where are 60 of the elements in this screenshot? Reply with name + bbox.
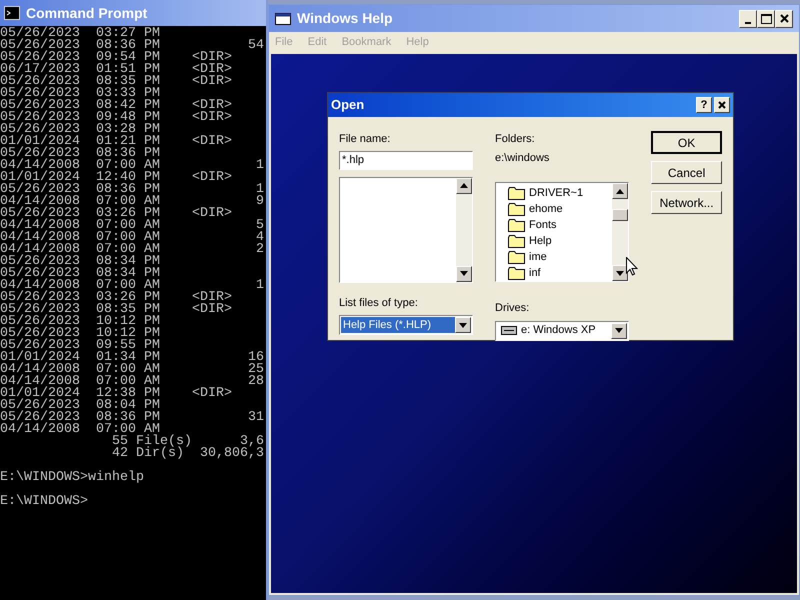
- folder-icon: [508, 266, 525, 280]
- close-icon: [718, 101, 726, 109]
- folder-name[interactable]: Fonts: [529, 216, 557, 234]
- console-icon: [4, 6, 20, 20]
- dropdown-value: e: Windows XP: [520, 323, 597, 338]
- help-button[interactable]: ?: [696, 97, 712, 113]
- close-button[interactable]: [714, 97, 730, 113]
- console-line: 55 File(s) 3,6: [110, 436, 265, 448]
- window-title: Windows Help: [297, 9, 394, 28]
- field-label: Folders:: [495, 132, 536, 147]
- scroll-down-button[interactable]: [456, 266, 472, 282]
- dropdown-arrow-button[interactable]: [611, 322, 628, 338]
- scroll-down-button[interactable]: [612, 265, 628, 281]
- folder-name[interactable]: ime: [529, 248, 547, 266]
- window-title: Command Prompt: [26, 4, 148, 23]
- file-type-dropdown[interactable]: Help Files (*.HLP): [339, 315, 473, 335]
- console-prompt: E:\WINDOWS>winhelp: [0, 472, 145, 484]
- down-arrow-icon: [615, 328, 624, 333]
- folder-icon: [508, 250, 525, 264]
- dialog-button[interactable]: OK: [651, 131, 722, 154]
- folder-list[interactable]: DRIVER~1 ehome Fonts Help ime inf: [495, 182, 630, 282]
- down-arrow-icon: [460, 271, 468, 276]
- dialog-button[interactable]: Network...: [651, 191, 722, 214]
- dialog-button[interactable]: Cancel: [651, 161, 722, 184]
- folder-icon: [508, 202, 525, 216]
- scroll-up-button[interactable]: [612, 183, 628, 199]
- window-icon: [275, 12, 291, 24]
- close-icon: [780, 14, 788, 23]
- scroll-up-button[interactable]: [456, 178, 472, 194]
- console-prompt: E:\WINDOWS>: [0, 496, 89, 508]
- scrollbar[interactable]: [456, 178, 472, 282]
- scroll-thumb[interactable]: [612, 209, 628, 221]
- close-button[interactable]: [775, 10, 793, 28]
- dropdown-value: Help Files (*.HLP): [341, 317, 455, 333]
- folder-name[interactable]: ehome: [529, 200, 563, 218]
- folder-name[interactable]: Help: [529, 232, 552, 250]
- file-list[interactable]: [339, 176, 473, 282]
- dialog-title: Open: [331, 96, 366, 114]
- dropdown-arrow-button[interactable]: [455, 317, 471, 333]
- drives-dropdown[interactable]: e: Windows XP: [495, 320, 630, 340]
- folder-icon: [508, 218, 525, 232]
- down-arrow-icon: [459, 322, 467, 328]
- console-line: 42 Dir(s) 30,806,3: [110, 448, 265, 460]
- maximize-button[interactable]: [757, 10, 775, 28]
- drive-icon: [501, 326, 517, 335]
- minimize-button[interactable]: [739, 10, 757, 28]
- folder-name[interactable]: inf: [529, 264, 541, 282]
- mouse-cursor-icon: [626, 257, 638, 276]
- folder-icon: [508, 234, 525, 248]
- folder-path: e:\windows: [495, 150, 550, 166]
- file-name-field[interactable]: *.hlp: [339, 150, 473, 170]
- folder-icon: [508, 186, 525, 200]
- field-label: Drives:: [495, 301, 530, 316]
- up-arrow-icon: [616, 188, 624, 194]
- field-label: List files of type:: [339, 296, 419, 310]
- down-arrow-icon: [616, 270, 624, 276]
- up-arrow-icon: [460, 183, 468, 188]
- folder-name[interactable]: DRIVER~1: [529, 184, 584, 202]
- scrollbar[interactable]: [612, 183, 628, 281]
- field-label: File name:: [339, 132, 392, 147]
